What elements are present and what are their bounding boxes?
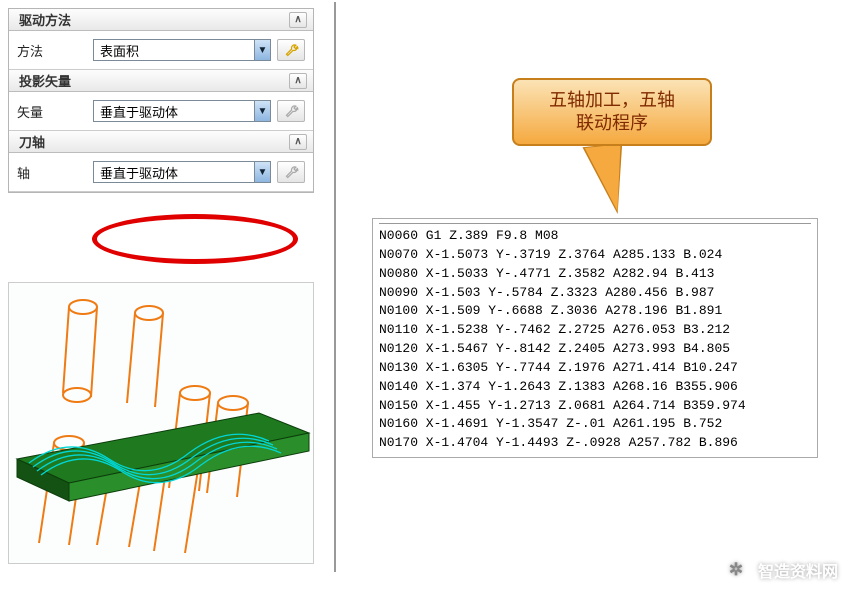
gcode-line: N0140 X-1.374 Y-1.2643 Z.1383 A268.16 B3… xyxy=(379,379,738,394)
section-body: 轴 垂直于驱动体 ▼ xyxy=(9,153,313,191)
gcode-line: N0090 X-1.503 Y-.5784 Z.3323 A280.456 B.… xyxy=(379,285,714,300)
callout-tail xyxy=(585,144,628,213)
gcode-line: N0070 X-1.5073 Y-.3719 Z.3764 A285.133 B… xyxy=(379,247,722,262)
gcode-line: N0110 X-1.5238 Y-.7462 Z.2725 A276.053 B… xyxy=(379,322,730,337)
method-select[interactable]: 表面积 ▼ xyxy=(93,39,271,61)
section-title: 投影矢量 xyxy=(19,71,71,90)
wrench-icon xyxy=(284,165,299,180)
callout-line1: 五轴加工，五轴 xyxy=(549,89,675,112)
properties-panel: 驱动方法 ∧ 方法 表面积 ▼ 投影矢量 ∧ 矢量 xyxy=(8,8,314,193)
edit-button-disabled xyxy=(277,161,305,183)
field-label: 矢量 xyxy=(17,102,87,121)
dropdown-arrow-icon: ▼ xyxy=(254,40,270,60)
chevron-up-icon[interactable]: ∧ xyxy=(289,134,307,150)
gcode-line: N0060 G1 Z.389 F9.8 M08 xyxy=(379,228,558,243)
cad-model-illustration xyxy=(9,283,314,564)
watermark-text: 智造资料网 xyxy=(758,558,838,582)
wechat-icon: ✲ xyxy=(722,556,750,584)
section-projection-vector: 投影矢量 ∧ 矢量 垂直于驱动体 ▼ xyxy=(9,70,313,131)
select-value: 表面积 xyxy=(100,41,139,60)
select-value: 垂直于驱动体 xyxy=(100,163,178,182)
section-header-tool-axis[interactable]: 刀轴 ∧ xyxy=(9,131,313,153)
watermark: ✲ 智造资料网 xyxy=(722,556,838,584)
axis-select[interactable]: 垂直于驱动体 ▼ xyxy=(93,161,271,183)
chevron-up-icon[interactable]: ∧ xyxy=(289,73,307,89)
options-panel: 驱动方法 ∧ 方法 表面积 ▼ 投影矢量 ∧ 矢量 xyxy=(8,8,314,205)
gcode-line: N0130 X-1.6305 Y-.7744 Z.1976 A271.414 B… xyxy=(379,360,738,375)
wrench-icon xyxy=(284,43,299,58)
section-drive-method: 驱动方法 ∧ 方法 表面积 ▼ xyxy=(9,9,313,70)
wrench-icon xyxy=(284,104,299,119)
edit-button[interactable] xyxy=(277,39,305,61)
speech-callout: 五轴加工，五轴 联动程序 xyxy=(512,78,712,146)
chevron-up-icon[interactable]: ∧ xyxy=(289,12,307,28)
section-title: 刀轴 xyxy=(19,132,45,151)
section-header-projection-vector[interactable]: 投影矢量 ∧ xyxy=(9,70,313,92)
gcode-line: N0150 X-1.455 Y-1.2713 Z.0681 A264.714 B… xyxy=(379,398,746,413)
field-label: 轴 xyxy=(17,163,87,182)
gcode-line: N0100 X-1.509 Y-.6688 Z.3036 A278.196 B1… xyxy=(379,303,722,318)
section-title: 驱动方法 xyxy=(19,10,71,29)
dropdown-arrow-icon: ▼ xyxy=(254,101,270,121)
edit-button-disabled xyxy=(277,100,305,122)
gcode-listing: N0060 G1 Z.389 F9.8 M08 N0070 X-1.5073 Y… xyxy=(372,218,818,458)
cad-viewport[interactable] xyxy=(8,282,314,564)
section-header-drive-method[interactable]: 驱动方法 ∧ xyxy=(9,9,313,31)
vector-select[interactable]: 垂直于驱动体 ▼ xyxy=(93,100,271,122)
select-value: 垂直于驱动体 xyxy=(100,102,178,121)
callout-line2: 联动程序 xyxy=(549,112,675,135)
gcode-line: N0120 X-1.5467 Y-.8142 Z.2405 A273.993 B… xyxy=(379,341,730,356)
gcode-line: N0170 X-1.4704 Y-1.4493 Z-.0928 A257.782… xyxy=(379,435,738,450)
section-tool-axis: 刀轴 ∧ 轴 垂直于驱动体 ▼ xyxy=(9,131,313,192)
highlight-ellipse xyxy=(92,214,298,264)
vertical-divider xyxy=(334,2,336,572)
section-body: 矢量 垂直于驱动体 ▼ xyxy=(9,92,313,130)
gcode-line: N0160 X-1.4691 Y-1.3547 Z-.01 A261.195 B… xyxy=(379,416,722,431)
dropdown-arrow-icon: ▼ xyxy=(254,162,270,182)
section-body: 方法 表面积 ▼ xyxy=(9,31,313,69)
gcode-line: N0080 X-1.5033 Y-.4771 Z.3582 A282.94 B.… xyxy=(379,266,714,281)
field-label: 方法 xyxy=(17,41,87,60)
